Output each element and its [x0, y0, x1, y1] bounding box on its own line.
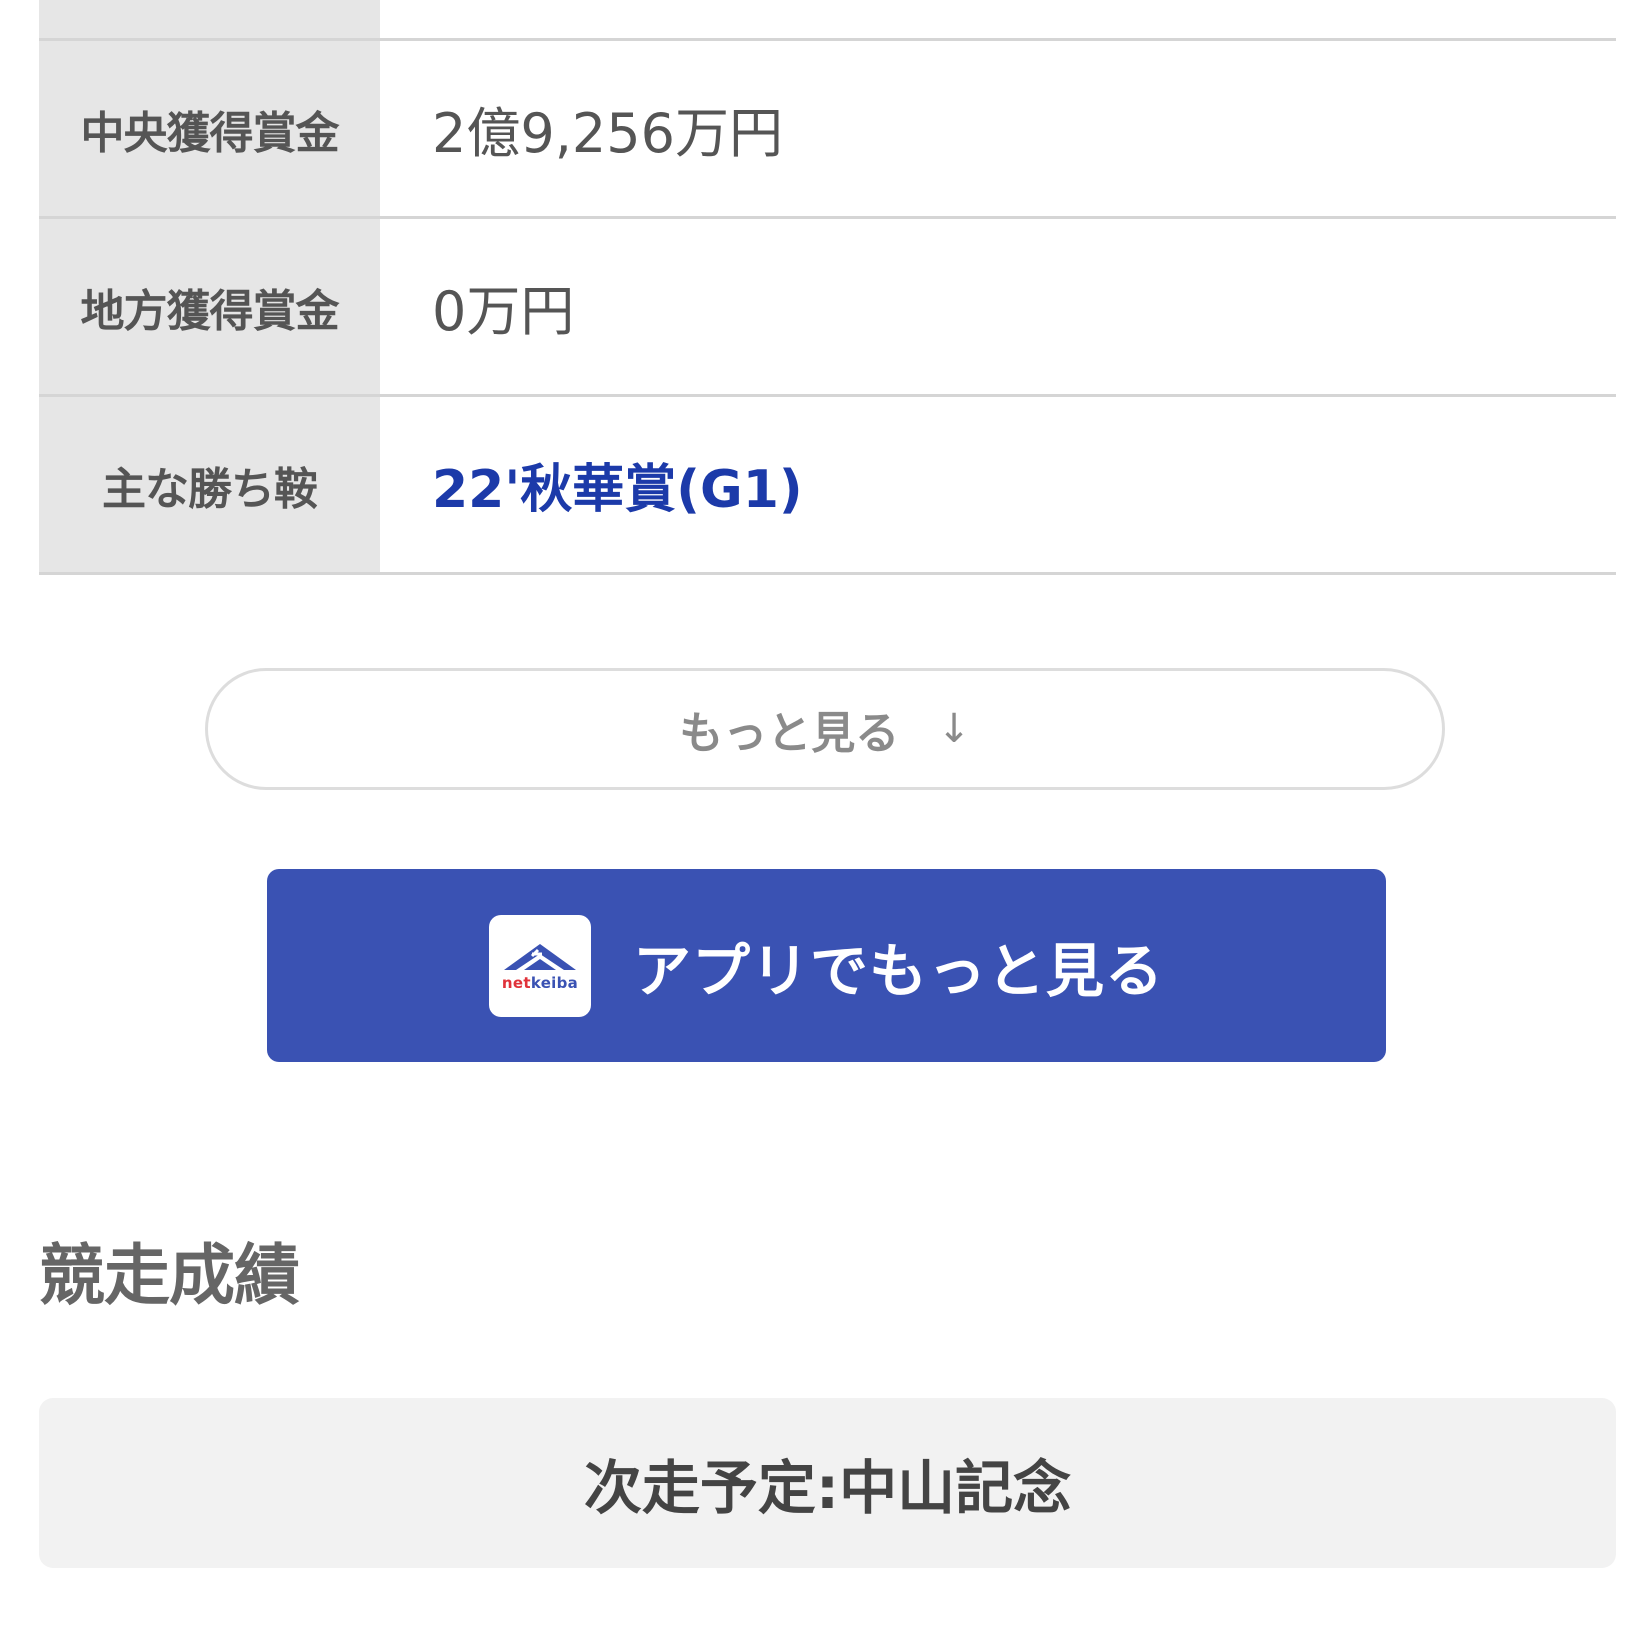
main-wins-label: 主な勝ち鞍	[39, 395, 380, 575]
main-win-race-link[interactable]: 22'秋華賞(G1)	[432, 460, 803, 520]
show-more-button[interactable]: もっと見る ↓	[205, 668, 1445, 790]
next-race-text: 次走予定:中山記念	[583, 1454, 1072, 1522]
central-prize-value: 2億9,256万円	[380, 39, 1616, 219]
mountain-logo-icon	[503, 944, 576, 970]
race-results-heading: 競走成績	[39, 1237, 300, 1314]
open-in-app-label: アプリでもっと見る	[632, 936, 1164, 1005]
table-row: 地方獲得賞金 0万円	[39, 217, 1616, 397]
central-prize-label: 中央獲得賞金	[39, 39, 380, 219]
arrow-down-icon: ↓	[937, 706, 971, 752]
local-prize-label: 地方獲得賞金	[39, 217, 380, 397]
table-row-partial	[39, 0, 1616, 41]
next-race-banner: 次走予定:中山記念	[39, 1398, 1616, 1568]
main-wins-value: 22'秋華賞(G1)	[380, 395, 1616, 575]
local-prize-value: 0万円	[380, 217, 1616, 397]
horse-profile-table: 中央獲得賞金 2億9,256万円 地方獲得賞金 0万円 主な勝ち鞍 22'秋華賞…	[39, 0, 1616, 575]
open-in-app-button[interactable]: netkeiba アプリでもっと見る	[267, 869, 1386, 1062]
netkeiba-logo-icon: netkeiba	[488, 914, 591, 1017]
show-more-label: もっと見る	[679, 708, 900, 759]
row-value-cell	[380, 0, 1616, 41]
logo-wordmark: netkeiba	[501, 974, 579, 992]
row-label-cell	[39, 0, 380, 41]
table-row: 中央獲得賞金 2億9,256万円	[39, 39, 1616, 219]
table-row: 主な勝ち鞍 22'秋華賞(G1)	[39, 395, 1616, 575]
